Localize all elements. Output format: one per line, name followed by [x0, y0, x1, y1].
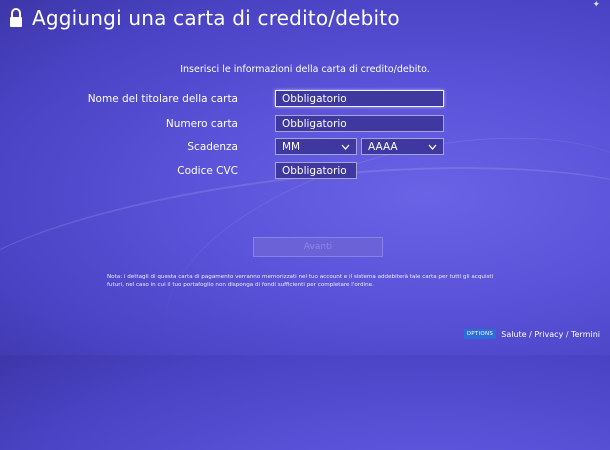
expiry-year-value: AAAA: [368, 140, 398, 153]
holder-row: Nome del titolare della carta Obbligator…: [0, 90, 610, 109]
holder-placeholder: Obbligatorio: [282, 93, 347, 105]
holder-name-field[interactable]: Obbligatorio: [275, 90, 444, 107]
holder-label: Nome del titolare della carta: [87, 93, 238, 105]
number-placeholder: Obbligatorio: [282, 118, 347, 130]
sparkle-icon: ✦: [592, 0, 600, 10]
chevron-down-icon: [428, 144, 437, 150]
page-title: Aggiungi una carta di credito/debito: [32, 6, 400, 30]
continue-button-label: Avanti: [303, 242, 333, 252]
expiry-year-select[interactable]: AAAA: [361, 138, 444, 155]
footer-links[interactable]: Salute / Privacy / Termini: [501, 330, 600, 339]
lock-icon: [10, 8, 22, 27]
storage-note: Nota: i dettagli di questa carta di paga…: [107, 274, 494, 288]
cvc-field[interactable]: Obbligatorio: [275, 162, 357, 179]
expiry-row: Scadenza MM AAAA: [0, 138, 610, 157]
cvc-row: Codice CVC Obbligatorio: [0, 162, 610, 181]
page-header: Aggiungi una carta di credito/debito: [8, 6, 400, 30]
form-instructions: Inserisci le informazioni della carta di…: [180, 64, 430, 75]
number-row: Numero carta Obbligatorio: [0, 115, 610, 134]
cvc-placeholder: Obbligatorio: [282, 165, 347, 177]
options-button-icon: OPTIONS: [463, 329, 497, 339]
expiry-month-select[interactable]: MM: [275, 138, 357, 155]
card-number-field[interactable]: Obbligatorio: [275, 115, 444, 132]
expiry-label: Scadenza: [187, 141, 238, 153]
cvc-label: Codice CVC: [177, 165, 238, 177]
expiry-month-value: MM: [282, 140, 301, 153]
continue-button[interactable]: Avanti: [253, 237, 383, 257]
footer: OPTIONS Salute / Privacy / Termini: [463, 329, 600, 339]
chevron-down-icon: [341, 144, 350, 150]
number-label: Numero carta: [165, 118, 238, 130]
